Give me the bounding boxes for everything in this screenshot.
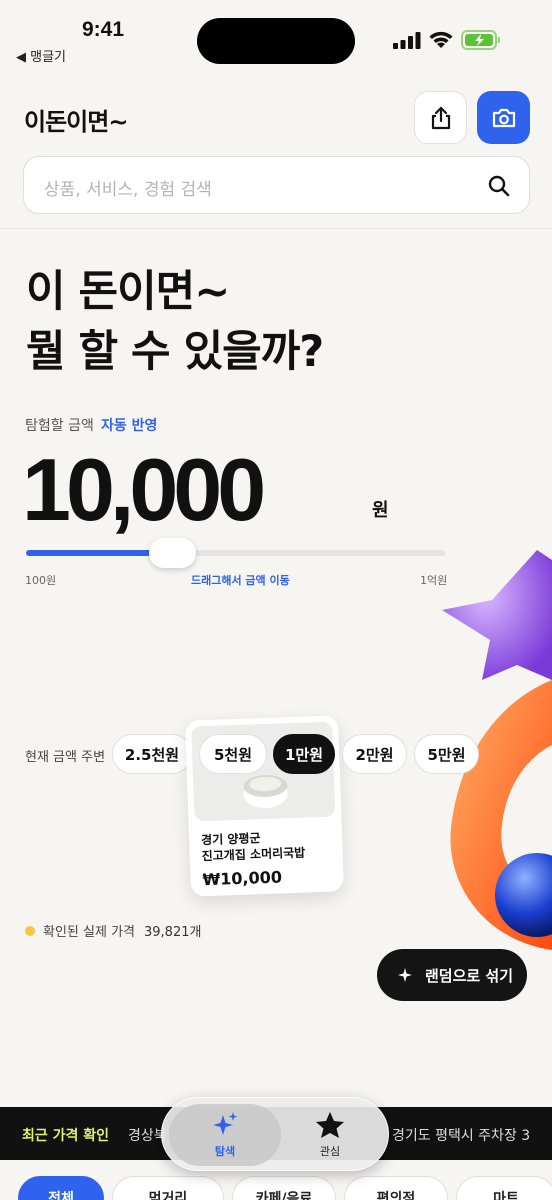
search-input[interactable]: 상품, 서비스, 경험 검색 xyxy=(23,156,530,214)
chip-5000[interactable]: 5천원 xyxy=(199,734,267,774)
amount-value: 10,000 xyxy=(22,440,266,539)
auto-apply-label: 자동 반영 xyxy=(101,418,158,434)
category-all[interactable]: 전체 xyxy=(18,1176,104,1200)
share-icon xyxy=(431,106,450,129)
hero-line-2: 뭘 할 수 있을까? xyxy=(26,327,324,377)
tab-favorites[interactable]: 관심 xyxy=(274,1104,386,1166)
chip-50000[interactable]: 5만원 xyxy=(414,734,479,774)
ticker-label: 최근 가격 확인 xyxy=(22,1128,110,1144)
category-convenience-store[interactable]: 편의점 xyxy=(344,1176,448,1200)
dynamic-island xyxy=(197,18,355,64)
star-icon xyxy=(316,1112,344,1138)
verified-count: 39,821개 xyxy=(144,925,202,940)
wifi-icon xyxy=(429,31,453,48)
ticker-item[interactable]: 경기도 평택시 주차장 3 xyxy=(392,1125,530,1145)
search-placeholder: 상품, 서비스, 경험 검색 xyxy=(44,180,212,200)
battery-icon xyxy=(461,30,500,50)
amount-label: 탐험할 금액 xyxy=(25,418,94,434)
amount-slider-track[interactable] xyxy=(26,550,445,556)
amount-unit: 원 xyxy=(372,500,389,521)
nearby-amount-label: 현재 금액 주변 xyxy=(25,750,106,765)
chip-10000[interactable]: 1만원 xyxy=(273,734,335,774)
shuffle-button-label: 랜덤으로 섞기 xyxy=(425,966,514,985)
signal-icon xyxy=(393,32,421,49)
sparkle-icon xyxy=(213,1112,238,1135)
slider-max-label: 1억원 xyxy=(420,574,448,587)
card-title-line-2: 진고개집 소머리국밥 xyxy=(201,845,306,864)
amount-slider-fill xyxy=(26,550,152,556)
slider-min-label: 100원 xyxy=(25,574,57,587)
status-time: 9:41 xyxy=(82,18,125,41)
category-cafe[interactable]: 카페/음료 xyxy=(232,1176,336,1200)
chip-20000[interactable]: 2만원 xyxy=(342,734,407,774)
verified-dot-icon xyxy=(25,926,35,936)
slider-drag-hint: 드래그해서 금액 이동 xyxy=(191,574,290,587)
bottom-nav: 탐색 관심 xyxy=(161,1097,389,1171)
app-title: 이돈이면~ xyxy=(24,108,128,136)
share-button[interactable] xyxy=(414,91,467,144)
chip-2500[interactable]: 2.5천원 xyxy=(112,734,192,774)
tab-explore-label: 탐색 xyxy=(214,1145,236,1158)
amount-slider-handle[interactable] xyxy=(149,538,196,568)
header-divider xyxy=(0,228,552,229)
card-title: 경기 양평군 진고개집 소머리국밥 xyxy=(201,829,306,865)
camera-button[interactable] xyxy=(477,91,530,144)
verified-label: 확인된 실제 가격 xyxy=(43,925,135,940)
sparkle-icon xyxy=(398,968,412,982)
category-all-label: 전체 xyxy=(48,1191,74,1200)
hero-headline: 이 돈이면~ 뭘 할 수 있을까? xyxy=(26,262,324,382)
shuffle-button[interactable]: 랜덤으로 섞기 xyxy=(377,949,527,1001)
hero-line-1: 이 돈이면~ xyxy=(26,267,230,317)
camera-icon xyxy=(492,108,515,127)
category-food[interactable]: 먹거리 xyxy=(112,1176,224,1200)
search-icon[interactable] xyxy=(487,174,511,198)
category-mart[interactable]: 마트 xyxy=(456,1176,552,1200)
back-to-app-link[interactable]: ◀ 맹글기 xyxy=(16,46,66,65)
tab-favorites-label: 관심 xyxy=(319,1145,341,1158)
tab-explore[interactable]: 탐색 xyxy=(169,1104,281,1166)
card-price: ₩10,000 xyxy=(202,867,283,890)
